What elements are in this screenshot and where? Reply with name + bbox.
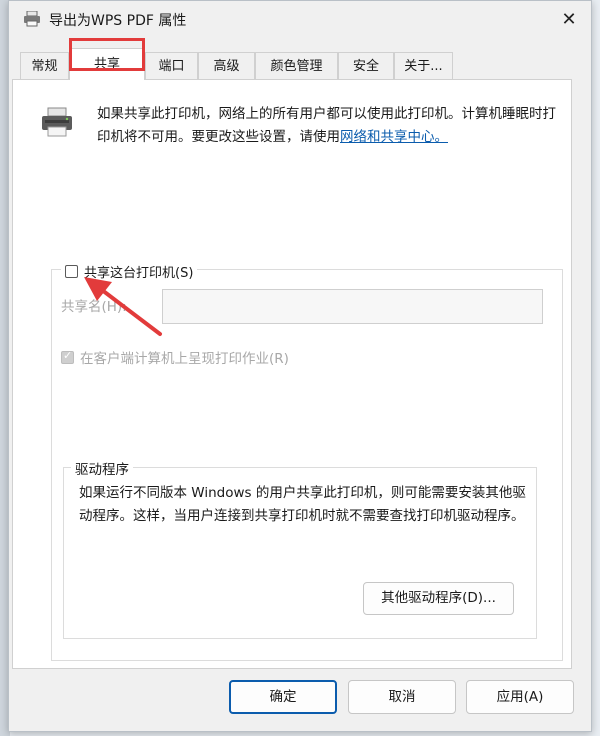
ok-button[interactable]: 确定 (229, 680, 337, 714)
drivers-description: 如果运行不同版本 Windows 的用户共享此打印机，则可能需要安装其他驱动程序… (79, 485, 526, 524)
cancel-button[interactable]: 取消 (348, 680, 456, 714)
share-printer-checkbox-row[interactable]: 共享这台打印机(S) (61, 261, 198, 281)
title-bar: 导出为WPS PDF 属性 ✕ (9, 1, 591, 37)
tab-general[interactable]: 常规 (20, 52, 69, 79)
close-icon: ✕ (561, 8, 577, 30)
render-jobs-label: 在客户端计算机上呈现打印作业(R) (80, 351, 289, 367)
share-name-label: 共享名(H): (61, 299, 127, 315)
tab-sharing[interactable]: 共享 (69, 48, 145, 80)
share-printer-checkbox[interactable] (65, 264, 78, 278)
close-button[interactable]: ✕ (553, 5, 585, 33)
render-jobs-checkbox-row[interactable]: 在客户端计算机上呈现打印作业(R) (61, 347, 289, 367)
printer-icon (24, 11, 40, 27)
sharing-panel: 如果共享此打印机，网络上的所有用户都可以使用此打印机。计算机睡眠时打印机将不可用… (12, 79, 572, 669)
share-printer-label: 共享这台打印机(S) (84, 265, 194, 281)
info-body: 如果共享此打印机，网络上的所有用户都可以使用此打印机。计算机睡眠时打印机将不可用… (97, 106, 556, 145)
window-title: 导出为WPS PDF 属性 (49, 13, 187, 29)
tab-about[interactable]: 关于... (394, 52, 453, 79)
tab-ports[interactable]: 端口 (145, 52, 198, 79)
apply-button[interactable]: 应用(A) (466, 680, 574, 714)
share-name-input[interactable] (162, 289, 543, 324)
drivers-legend: 驱动程序 (71, 458, 133, 478)
render-jobs-checkbox[interactable] (61, 349, 74, 364)
tab-advanced[interactable]: 高级 (198, 52, 255, 79)
sharing-info-text: 如果共享此打印机，网络上的所有用户都可以使用此打印机。计算机睡眠时打印机将不可用… (97, 103, 567, 149)
tab-color-management[interactable]: 颜色管理 (255, 52, 338, 79)
tab-security[interactable]: 安全 (338, 52, 394, 79)
printer-icon (42, 107, 72, 137)
network-sharing-center-link[interactable]: 网络和共享中心。 (340, 129, 448, 145)
additional-drivers-button[interactable]: 其他驱动程序(D)... (363, 582, 514, 615)
